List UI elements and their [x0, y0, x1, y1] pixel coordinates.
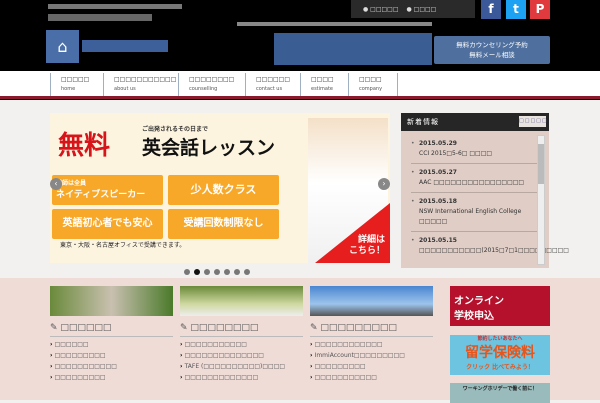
main-nav: □□□□□ home □□□□□□□□□□□ about us □□□□□□□□ co…: [0, 69, 600, 97]
consult-button[interactable]: 無料カウンセリング予約 無料メール相談: [434, 36, 550, 64]
mail-label: 無料メール相談: [469, 51, 515, 59]
column-link[interactable]: □□□□□□□□□□□□□: [180, 374, 303, 381]
opera-house-icon: ⌂: [46, 30, 79, 63]
column-link[interactable]: □□□□□□□□□□□□□□: [180, 352, 303, 359]
working-holiday-banner[interactable]: ワーキングホリデーで働く前に！: [450, 383, 550, 403]
column-link[interactable]: ImmiAccount□□□□□□□□□: [310, 352, 433, 359]
detail-link[interactable]: 詳細は こちら！: [349, 235, 385, 257]
column-link[interactable]: □□□□□□□□□: [310, 363, 433, 370]
news-item[interactable]: 2015.05.18NSW International English Coll…: [411, 193, 538, 232]
nav-contact[interactable]: □□□□□□ contact us: [245, 73, 300, 97]
tagline-sub: [48, 14, 152, 21]
hero-slider[interactable]: 無料 ご出発されるその日まで 英会話レッスン 講師は全員 ネイティブスピーカー 少…: [50, 113, 390, 263]
column-title: ✎ □□□□□□: [50, 321, 173, 337]
banner-title: 英会話レッスン: [142, 137, 276, 159]
phone-promo: [274, 33, 432, 65]
news-item[interactable]: 2015.05.29CCI 2015□5-6□ □□□□: [411, 135, 538, 164]
opera-house-image: [310, 286, 433, 316]
chip-small-class: 少人数クラス: [168, 175, 279, 205]
free-label: 無料: [58, 131, 111, 161]
pinterest-icon[interactable]: P: [530, 0, 550, 19]
nav-estimate[interactable]: □□□□ estimate: [300, 73, 348, 97]
slider-dots: [184, 269, 250, 275]
insurance-banner[interactable]: 節約したいあなたへ 留学保険料 クリック 比べてみよう！: [450, 335, 550, 375]
top-links: ● □□□□□ ● □□□□: [351, 0, 475, 18]
next-arrow-icon[interactable]: ›: [378, 178, 390, 190]
top-link[interactable]: ● □□□□□: [363, 6, 399, 13]
nav-about[interactable]: □□□□□□□□□□□ about us: [103, 73, 178, 97]
content-area: ✎ □□□□□□ □□□□□□ □□□□□□□□□ □□□□□□□□□□□ □□…: [0, 278, 600, 403]
consult-label: 無料カウンセリング予約: [456, 41, 528, 49]
banner-note: 東京・大阪・名古屋オフィスで受講できます。: [60, 242, 186, 249]
chip-native: 講師は全員 ネイティブスピーカー: [52, 175, 163, 205]
slide-dot[interactable]: [204, 269, 210, 275]
online-apply-banner[interactable]: オンライン学校申込: [450, 286, 550, 326]
column-title: ✎ □□□□□□□□□: [310, 321, 433, 337]
column-title: ✎ □□□□□□□□: [180, 321, 303, 337]
column-link[interactable]: □□□□□□□□□□□: [180, 341, 303, 348]
facebook-icon[interactable]: f: [481, 0, 501, 19]
site-header: ⌂ ● □□□□□ ● □□□□ f t P 無料カウンセリング予約 無料メール…: [0, 0, 600, 69]
tagline: [48, 4, 182, 9]
column-link[interactable]: TAFE (□□□□□□□□□□)□□□□: [180, 363, 303, 370]
chip-beginner: 英語初心者でも安心: [52, 209, 163, 239]
news-more-button[interactable]: □□□□□: [519, 116, 547, 127]
koala-image: [50, 286, 173, 316]
news-item[interactable]: 2015.05.15□□□□□□□□□□□(2015□7□1□□□□□□□□□: [411, 232, 569, 260]
nav-counselling[interactable]: □□□□□□□□ counselling: [178, 73, 245, 97]
column-link[interactable]: □□□□□□□□□: [50, 374, 173, 381]
banner-subtitle: ご出発されるその日まで: [142, 126, 209, 133]
slide-dot[interactable]: [244, 269, 250, 275]
slide-dot[interactable]: [184, 269, 190, 275]
slide-dot[interactable]: [214, 269, 220, 275]
column-link[interactable]: □□□□□□□□□□□: [310, 374, 433, 381]
student-image: [180, 286, 303, 316]
column-1: ✎ □□□□□□ □□□□□□ □□□□□□□□□ □□□□□□□□□□□ □□…: [50, 286, 173, 381]
slide-dot[interactable]: [224, 269, 230, 275]
site-logo[interactable]: ⌂: [46, 30, 176, 63]
column-link[interactable]: □□□□□□□□□□□□: [310, 341, 433, 348]
news-title: 新着情報: [407, 118, 439, 126]
news-item[interactable]: 2015.05.27AAC □□□□□□□□□□□□□□□□: [411, 164, 538, 193]
column-link[interactable]: □□□□□□□□□□□: [50, 363, 173, 370]
twitter-icon[interactable]: t: [506, 0, 526, 19]
nav-company[interactable]: □□□□ company: [348, 73, 398, 97]
top-link[interactable]: ● □□□□: [407, 6, 437, 13]
nav-divider: [0, 96, 600, 100]
promo-line: [237, 22, 432, 26]
prev-arrow-icon[interactable]: ‹: [50, 178, 62, 190]
news-scrollbar[interactable]: [537, 135, 545, 265]
chip-unlimited: 受講回数制限なし: [168, 209, 279, 239]
column-link[interactable]: □□□□□□: [50, 341, 173, 348]
news-panel: 新着情報 □□□□□ 2015.05.29CCI 2015□5-6□ □□□□ 2…: [401, 113, 569, 268]
column-2: ✎ □□□□□□□□ □□□□□□□□□□□ □□□□□□□□□□□□□□ TA…: [180, 286, 303, 381]
slide-dot-active[interactable]: [194, 269, 200, 275]
column-3: ✎ □□□□□□□□□ □□□□□□□□□□□□ ImmiAccount□□□□…: [310, 286, 433, 381]
column-link[interactable]: □□□□□□□□□: [50, 352, 173, 359]
nav-home[interactable]: □□□□□ home: [50, 73, 103, 97]
slide-dot[interactable]: [234, 269, 240, 275]
logo-text: [82, 40, 168, 52]
